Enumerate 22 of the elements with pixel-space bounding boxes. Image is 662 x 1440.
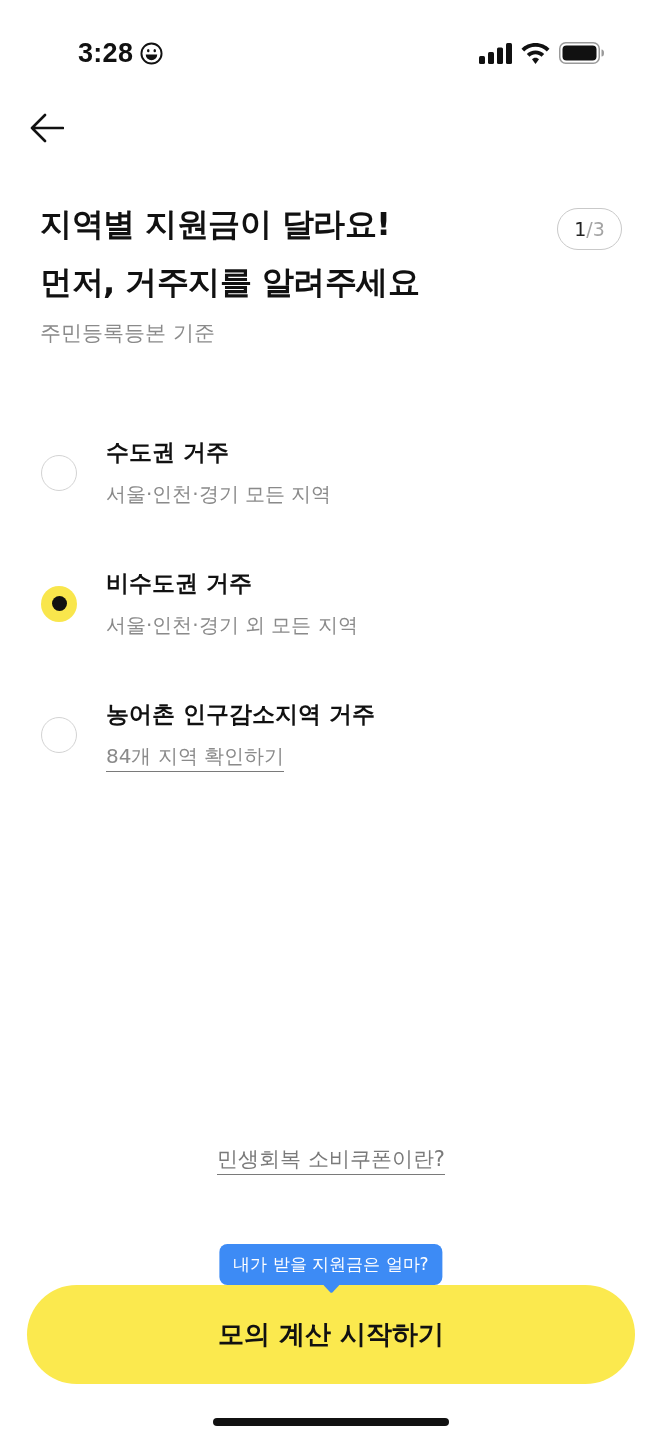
- option-label: 수도권 거주: [106, 438, 229, 467]
- option-label: 비수도권 거주: [106, 569, 252, 598]
- option-description: 서울·인천·경기 모든 지역: [106, 481, 332, 508]
- battery-icon: [559, 42, 604, 64]
- radio-button[interactable]: [41, 585, 77, 622]
- info-link[interactable]: 민생회복 소비쿠폰이란?: [217, 1144, 445, 1175]
- option-description: 서울·인천·경기 외 모든 지역: [106, 612, 358, 639]
- back-button[interactable]: [30, 113, 64, 143]
- tooltip: 내가 받을 지원금은 얼마?: [219, 1244, 443, 1285]
- back-arrow-icon: [30, 113, 64, 143]
- wifi-icon: [521, 42, 550, 64]
- tooltip-tail-icon: [323, 1285, 339, 1293]
- region-list-link[interactable]: 84개 지역 확인하기: [106, 741, 285, 772]
- option-label: 농어촌 인구감소지역 거주: [106, 700, 375, 729]
- page-subtitle: 주민등록등본 기준: [40, 320, 215, 347]
- radio-button[interactable]: [41, 454, 77, 491]
- page-title: 지역별 지원금이 달라요! 먼저, 거주지를 알려주세요: [40, 204, 420, 303]
- start-calculation-button[interactable]: 모의 계산 시작하기: [27, 1285, 635, 1384]
- signal-icon: [479, 42, 512, 64]
- smiley-emoji-icon: [140, 41, 164, 65]
- status-time: 3:28: [78, 37, 134, 70]
- radio-button[interactable]: [41, 717, 77, 753]
